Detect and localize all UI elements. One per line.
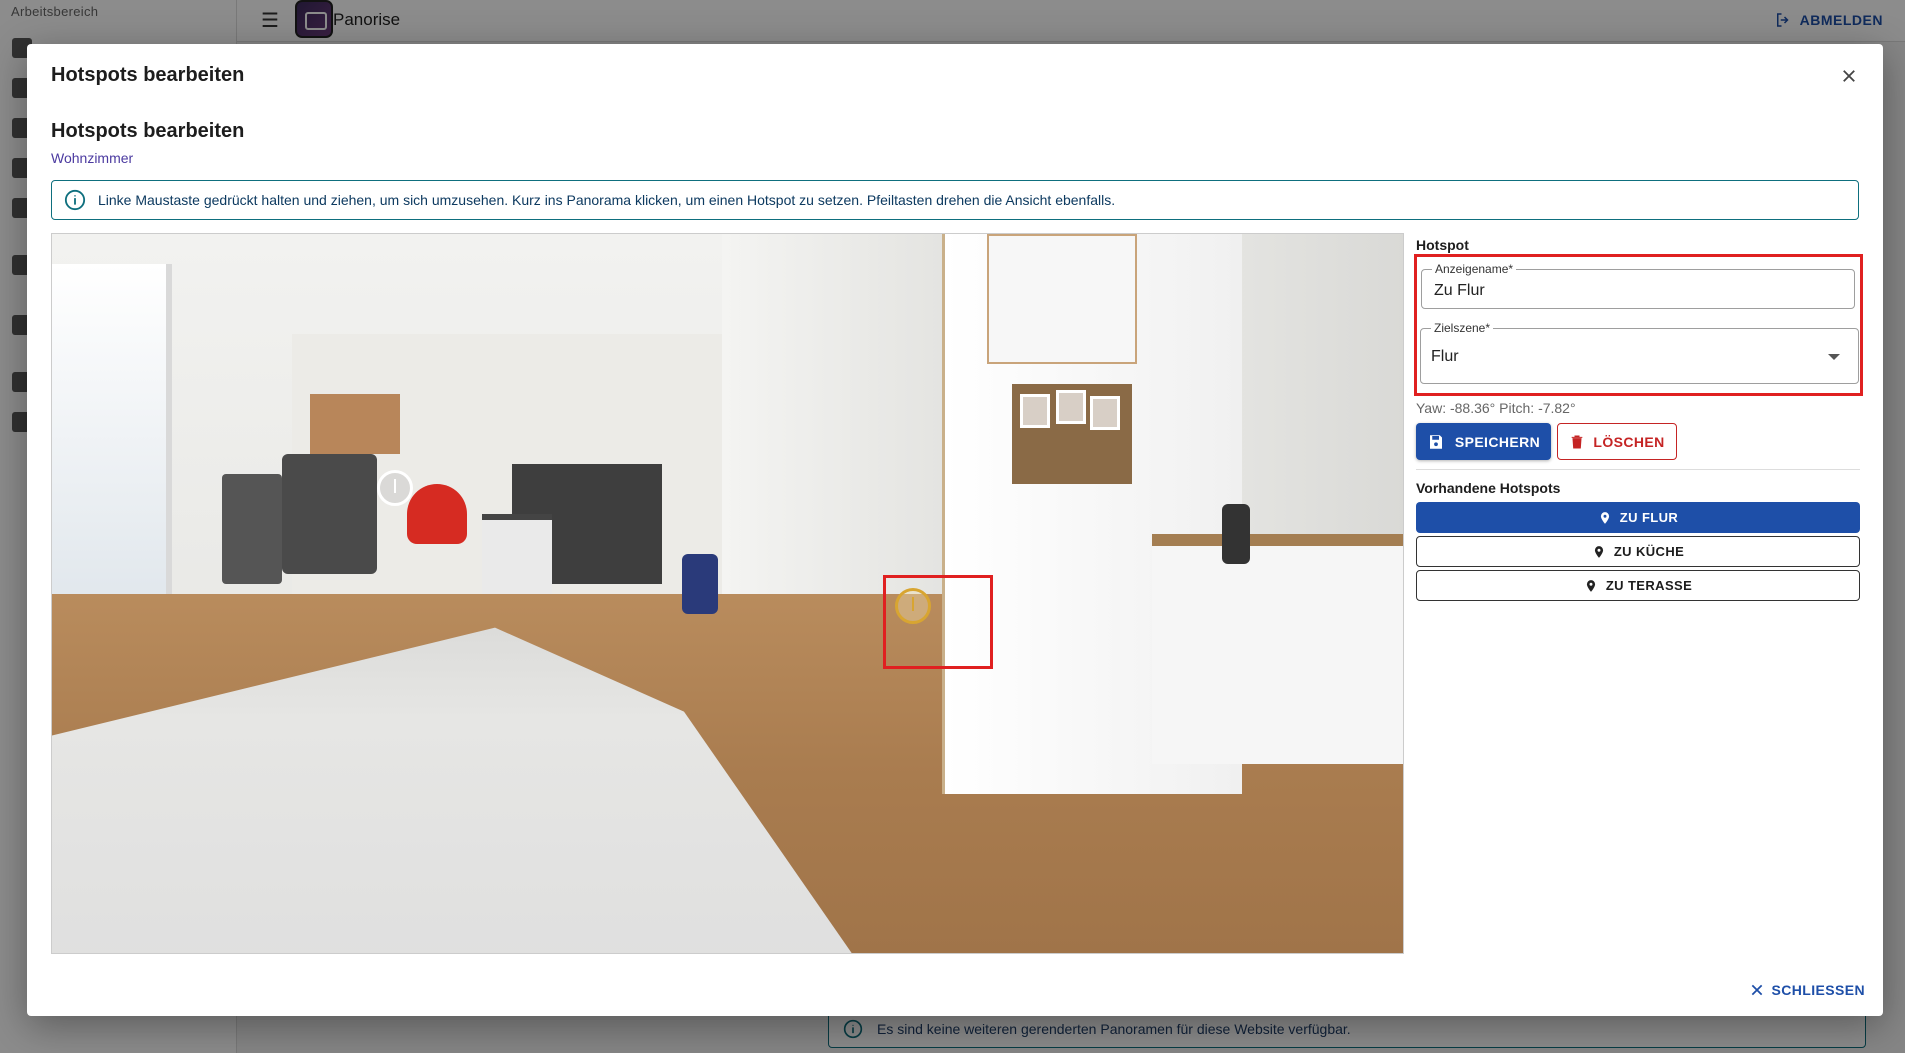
scene-name: Wohnzimmer [51, 150, 134, 166]
panorama-viewer[interactable] [51, 233, 1404, 954]
display-name-field[interactable]: Anzeigename* Zu Flur [1421, 262, 1855, 309]
close-dialog-button[interactable]: SCHLIESSEN [1750, 982, 1865, 998]
window [52, 264, 172, 644]
info-icon [64, 189, 86, 211]
pin-icon [1594, 545, 1603, 558]
photo-shelf [1012, 384, 1132, 484]
divider [1416, 469, 1860, 470]
dialog-title: Hotspots bearbeiten [51, 64, 245, 86]
section-title: Hotspots bearbeiten [51, 120, 245, 142]
hotspot-dialog: Hotspots bearbeiten Hotspots bearbeiten … [27, 44, 1883, 1016]
target-scene-select[interactable]: Zielszene* Flur [1420, 321, 1859, 384]
hotspot-panel: Hotspot Anzeigename* Zu Flur Zielszene* … [1414, 233, 1863, 601]
save-button[interactable]: SPEICHERN [1416, 423, 1551, 460]
existing-hotspots-label: Vorhandene Hotspots [1416, 480, 1561, 496]
hotspot-button-zu-terasse[interactable]: ZU TERASSE [1416, 570, 1860, 601]
hotspot-button-label: ZU KÜCHE [1613, 544, 1685, 559]
target-scene-label: Zielszene* [1431, 321, 1494, 335]
hotspot-button-label: ZU FLUR [1619, 510, 1679, 525]
chair [282, 454, 377, 574]
upper-cabinet [987, 234, 1137, 364]
hotspot-button-label: ZU TERASSE [1605, 578, 1693, 593]
pin-icon [1600, 511, 1609, 524]
photo-frame [1090, 396, 1120, 430]
hotspot-marker[interactable] [377, 470, 413, 506]
info-alert: Linke Maustaste gedrückt halten und zieh… [51, 180, 1859, 220]
save-label: SPEICHERN [1454, 433, 1541, 450]
close-icon [1843, 70, 1855, 82]
display-name-value: Zu Flur [1434, 282, 1485, 299]
chevron-down-icon[interactable] [1828, 354, 1840, 360]
sideboard [1152, 534, 1403, 764]
hotspot-button-zu-flur[interactable]: ZU FLUR [1416, 502, 1860, 533]
trash-icon [1572, 435, 1583, 448]
info-text: Linke Maustaste gedrückt halten und zieh… [98, 192, 1116, 208]
panel-label: Hotspot [1416, 237, 1469, 253]
save-icon [1429, 434, 1442, 449]
phone [1222, 504, 1250, 564]
photo-frame [1020, 394, 1050, 428]
display-name-label: Anzeigename* [1432, 262, 1517, 276]
high-chair [407, 484, 467, 544]
delete-label: LÖSCHEN [1593, 433, 1665, 450]
photo-frame [1056, 390, 1086, 424]
backpack [682, 554, 718, 614]
chair [222, 474, 282, 584]
dialog-close-button[interactable] [1835, 62, 1863, 90]
yaw-pitch-readout: Yaw: -88.36° Pitch: -7.82° [1416, 400, 1576, 416]
close-dialog-label: SCHLIESSEN [1771, 982, 1865, 998]
delete-button[interactable]: LÖSCHEN [1557, 423, 1677, 460]
close-icon [1751, 984, 1762, 996]
pin-board [310, 394, 400, 454]
hotspot-button-zu-kueche[interactable]: ZU KÜCHE [1416, 536, 1860, 567]
pin-icon [1586, 579, 1595, 592]
target-scene-value: Flur [1431, 348, 1459, 365]
highlight-box [883, 575, 993, 669]
